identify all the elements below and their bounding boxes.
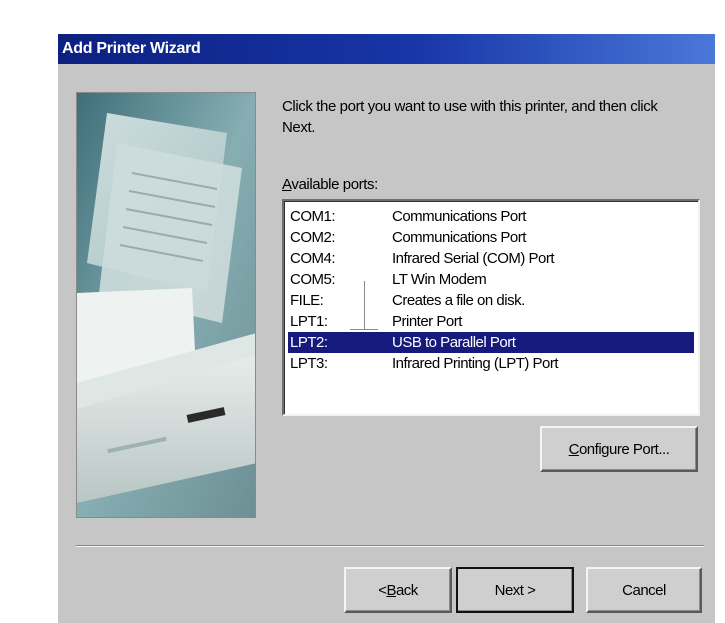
port-description: Infrared Printing (LPT) Port — [392, 355, 559, 372]
port-name: LPT2: — [290, 334, 328, 351]
back-label: ack — [395, 581, 418, 599]
port-row-lpt3[interactable]: LPT3: Infrared Printing (LPT) Port — [288, 353, 698, 374]
list-guide-line — [364, 281, 365, 329]
port-row-com4[interactable]: COM4: Infrared Serial (COM) Port — [288, 248, 698, 269]
separator-line — [76, 545, 704, 547]
port-description: Communications Port — [392, 229, 526, 246]
configure-port-button[interactable]: Configure Port... — [540, 426, 698, 472]
port-description: Communications Port — [392, 208, 526, 225]
port-row-lpt2-selected[interactable]: LPT2: USB to Parallel Port — [288, 332, 694, 353]
port-name: LPT3: — [290, 355, 328, 372]
list-guide-line — [350, 329, 378, 330]
instructions-text: Click the port you want to use with this… — [282, 98, 658, 136]
back-prefix: < — [378, 581, 387, 599]
port-row-com1[interactable]: COM1: Communications Port — [288, 206, 698, 227]
port-name: LPT1: — [290, 313, 328, 330]
next-button[interactable]: Next > — [456, 567, 574, 613]
available-ports-label: Available ports: — [282, 176, 378, 193]
ports-label-mnemonic: A — [282, 176, 292, 193]
port-row-com5[interactable]: COM5: LT Win Modem — [288, 269, 698, 290]
port-name: COM4: — [290, 250, 336, 267]
port-name: COM2: — [290, 229, 336, 246]
configure-label: onfigure Port... — [578, 440, 670, 458]
back-mnemonic: B — [386, 581, 396, 599]
cancel-button[interactable]: Cancel — [586, 567, 702, 613]
port-name: COM1: — [290, 208, 336, 225]
title-bar[interactable]: Add Printer Wizard — [58, 34, 715, 64]
configure-mnemonic: C — [568, 440, 580, 458]
port-description: Infrared Serial (COM) Port — [392, 250, 555, 267]
port-description: Printer Port — [392, 313, 462, 330]
port-description: Creates a file on disk. — [392, 292, 525, 309]
port-row-file[interactable]: FILE: Creates a file on disk. — [288, 290, 698, 311]
back-button[interactable]: < Back — [344, 567, 452, 613]
port-name: FILE: — [290, 292, 324, 309]
port-description: USB to Parallel Port — [392, 334, 516, 351]
add-printer-wizard-dialog: Add Printer Wizard Click the port you wa… — [58, 34, 715, 623]
available-ports-listbox[interactable]: COM1: Communications Port COM2: Communic… — [282, 199, 700, 416]
printer-illustration-icon — [76, 92, 256, 518]
window-title: Add Printer Wizard — [62, 40, 201, 57]
ports-label-text: vailable ports: — [291, 176, 378, 193]
port-name: COM5: — [290, 271, 336, 288]
port-row-com2[interactable]: COM2: Communications Port — [288, 227, 698, 248]
port-description: LT Win Modem — [392, 271, 487, 288]
